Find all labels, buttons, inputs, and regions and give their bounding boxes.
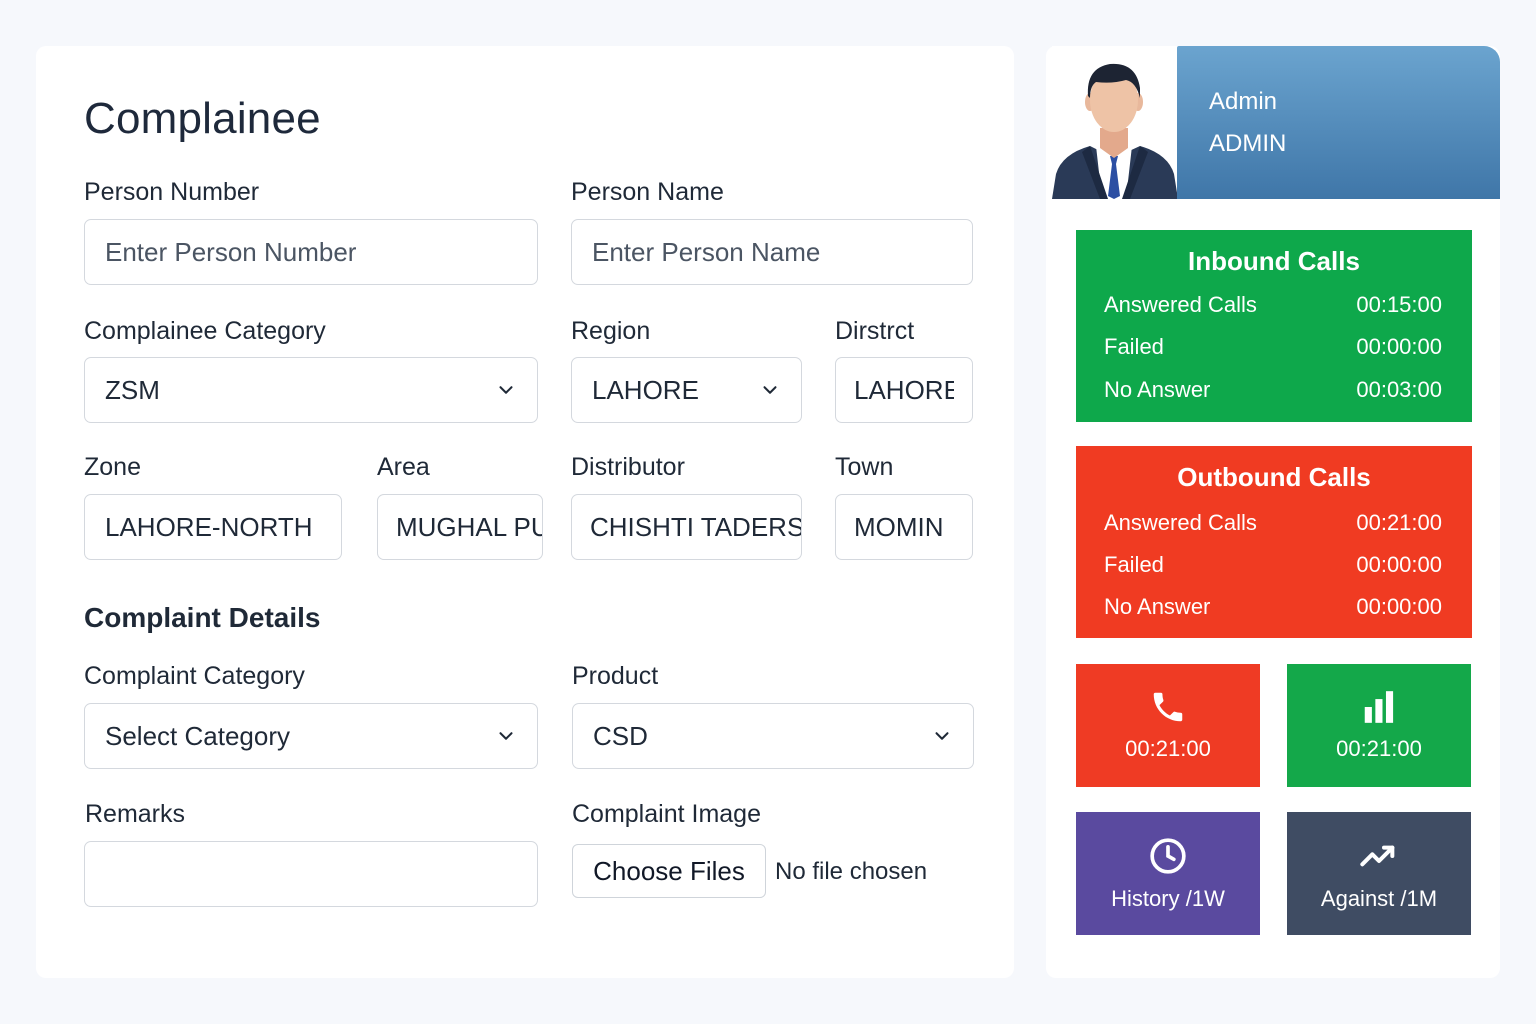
- stat-label: Failed: [1104, 334, 1164, 359]
- chevron-down-icon: [499, 732, 513, 740]
- stat-label: Answered Calls: [1104, 510, 1257, 535]
- stat-label: No Answer: [1104, 594, 1211, 619]
- stat-row: No Answer 00:03:00: [1104, 377, 1442, 407]
- outbound-calls-card: Outbound Calls Answered Calls 00:21:00 F…: [1076, 446, 1472, 638]
- tile-text: 00:21:00: [1125, 736, 1211, 761]
- user-avatar-icon: [1052, 63, 1178, 199]
- town-value: MOMIN: [854, 511, 944, 542]
- stat-row: No Answer 00:00:00: [1104, 594, 1442, 624]
- chevron-down-icon: [499, 386, 513, 394]
- town-label: Town: [835, 453, 894, 481]
- page-title: Complainee: [84, 94, 321, 143]
- stat-value: 00:00:00: [1356, 334, 1442, 359]
- district-field[interactable]: LAHORE: [835, 357, 973, 423]
- chevron-down-icon: [935, 732, 949, 740]
- trend-up-icon: [1360, 845, 1395, 867]
- area-label: Area: [377, 453, 430, 481]
- complaint-category-value: Select Category: [105, 720, 290, 751]
- person-number-input[interactable]: [105, 236, 517, 268]
- stat-value: 00:00:00: [1356, 552, 1442, 577]
- complainee-category-select[interactable]: ZSM: [84, 357, 538, 423]
- stat-row: Answered Calls 00:15:00: [1104, 292, 1442, 322]
- person-name-input[interactable]: [592, 236, 952, 268]
- zone-field[interactable]: LAHORE-NORTH: [84, 494, 342, 560]
- remarks-field: [84, 841, 538, 907]
- town-field[interactable]: MOMIN: [835, 494, 973, 560]
- stat-value: 00:00:00: [1356, 594, 1442, 619]
- zone-label: Zone: [84, 453, 141, 481]
- region-label: Region: [571, 317, 651, 345]
- stat-value: 00:03:00: [1356, 377, 1442, 402]
- remarks-label: Remarks: [85, 800, 186, 828]
- phone-icon: [1153, 692, 1183, 722]
- clock-icon: [1150, 838, 1186, 874]
- stat-row: Answered Calls 00:21:00: [1104, 510, 1442, 540]
- tile-text: Against /1M: [1320, 886, 1438, 911]
- district-value: LAHORE: [854, 374, 954, 405]
- call-duration-tile[interactable]: 00:21:00: [1076, 664, 1260, 787]
- user-name: Admin: [1209, 88, 1278, 115]
- stat-value: 00:21:00: [1356, 510, 1442, 535]
- complainee-form: Complainee Person Number Person Name Com…: [36, 46, 1014, 978]
- region-select[interactable]: LAHORE: [571, 357, 802, 423]
- stat-label: Answered Calls: [1104, 292, 1257, 317]
- person-number-field: [84, 219, 538, 285]
- person-name-field: [571, 219, 973, 285]
- outbound-calls-title: Outbound Calls: [1177, 462, 1371, 492]
- product-select[interactable]: CSD: [572, 703, 974, 769]
- inbound-calls-title: Inbound Calls: [1188, 246, 1360, 276]
- complainee-category-label: Complainee Category: [84, 317, 326, 345]
- product-value: CSD: [593, 720, 648, 751]
- choose-files-button[interactable]: Choose Files: [572, 844, 766, 898]
- user-info-band: Admin ADMIN: [1177, 46, 1500, 199]
- history-tile[interactable]: History /1W: [1076, 812, 1260, 935]
- complainee-category-value: ZSM: [105, 374, 160, 405]
- chevron-down-icon: [763, 386, 777, 394]
- stat-label: No Answer: [1104, 377, 1211, 402]
- distributor-label: Distributor: [571, 453, 685, 481]
- person-name-label: Person Name: [571, 178, 724, 206]
- area-field[interactable]: MUGHAL PURA: [377, 494, 543, 560]
- complaint-category-label: Complaint Category: [84, 662, 305, 690]
- stat-value: 00:15:00: [1356, 292, 1442, 317]
- product-label: Product: [572, 662, 659, 690]
- zone-value: LAHORE-NORTH: [105, 511, 313, 542]
- stat-label: Failed: [1104, 552, 1164, 577]
- complaint-image-label: Complaint Image: [572, 800, 761, 828]
- inbound-calls-card: Inbound Calls Answered Calls 00:15:00 Fa…: [1076, 230, 1472, 422]
- person-number-label: Person Number: [84, 178, 260, 206]
- against-tile[interactable]: Against /1M: [1287, 812, 1471, 935]
- user-role: ADMIN: [1209, 130, 1287, 157]
- stat-row: Failed 00:00:00: [1104, 552, 1442, 582]
- user-profile: Admin ADMIN: [1052, 46, 1500, 199]
- stat-row: Failed 00:00:00: [1104, 334, 1442, 364]
- district-label: Dirstrct: [835, 317, 915, 345]
- avatar: [1052, 46, 1178, 199]
- remarks-input[interactable]: [105, 858, 517, 890]
- tile-text: 00:21:00: [1336, 736, 1422, 761]
- area-value: MUGHAL PURA: [396, 511, 542, 542]
- distributor-field[interactable]: CHISHTI TADERS: [571, 494, 802, 560]
- file-status-text: No file chosen: [775, 858, 928, 885]
- complaint-category-select[interactable]: Select Category: [84, 703, 538, 769]
- tile-text: History /1W: [1111, 886, 1225, 911]
- stats-duration-tile[interactable]: 00:21:00: [1287, 664, 1471, 787]
- distributor-value: CHISHTI TADERS: [590, 511, 801, 542]
- complaint-details-title: Complaint Details: [84, 602, 321, 633]
- call-stats-panel: Admin ADMIN Inbound Calls Answered Calls…: [1046, 46, 1500, 978]
- region-value: LAHORE: [592, 374, 699, 405]
- bar-chart-icon: [1364, 691, 1394, 723]
